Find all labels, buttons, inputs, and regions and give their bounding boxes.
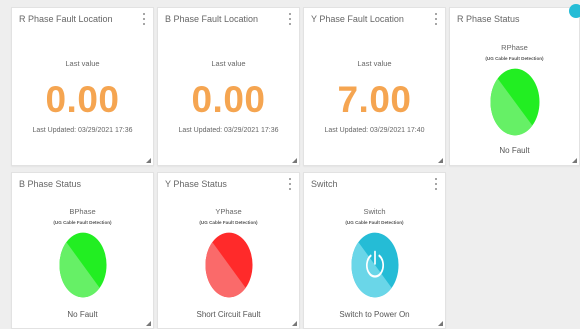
gauge-description: (UG Cable Fault Detection) (53, 220, 112, 225)
card-title: R Phase Status (457, 14, 520, 24)
power-switch-button[interactable] (350, 232, 399, 298)
card-menu-icon[interactable] (287, 13, 293, 25)
last-updated: Last Updated: 03/29/2021 17:36 (178, 127, 279, 134)
gauge-description: (UG Cable Fault Detection) (345, 220, 404, 225)
card-title: Y Phase Fault Location (311, 14, 404, 24)
last-value-label: Last value (211, 59, 246, 68)
last-value-label: Last value (357, 59, 392, 68)
r-phase-fault-location-card: R Phase Fault Location Last value 0.00 L… (11, 7, 154, 166)
b-phase-status-card: B Phase Status BPhase (UG Cable Fault De… (11, 172, 154, 329)
status-text: Short Circuit Fault (196, 310, 261, 319)
resize-handle[interactable] (572, 158, 577, 163)
last-value-label: Last value (65, 59, 100, 68)
gauge-name: BPhase (69, 207, 96, 216)
last-value: 0.00 (191, 79, 266, 120)
card-menu-icon[interactable] (141, 13, 147, 25)
card-menu-icon[interactable] (433, 13, 439, 25)
card-title: Y Phase Status (165, 179, 227, 189)
gauge-description: (UG Cable Fault Detection) (199, 220, 258, 225)
gauge-name: Switch (363, 207, 386, 216)
card-menu-icon[interactable] (287, 178, 293, 190)
resize-handle[interactable] (146, 158, 151, 163)
corner-indicator (569, 4, 580, 18)
status-text: No Fault (499, 146, 530, 155)
status-text: No Fault (67, 310, 98, 319)
card-title: Switch (311, 179, 338, 189)
resize-handle[interactable] (292, 321, 297, 326)
resize-handle[interactable] (292, 158, 297, 163)
status-indicator-circle (204, 232, 253, 298)
status-text: Switch to Power On (339, 310, 410, 319)
card-title: B Phase Status (19, 179, 82, 189)
card-title: R Phase Fault Location (19, 14, 113, 24)
gauge-name: YPhase (215, 207, 242, 216)
card-menu-icon[interactable] (433, 178, 439, 190)
last-updated: Last Updated: 03/29/2021 17:40 (324, 127, 425, 134)
last-updated: Last Updated: 03/29/2021 17:36 (32, 127, 133, 134)
status-indicator-circle (58, 232, 107, 298)
last-value: 7.00 (337, 79, 412, 120)
switch-card: Switch Switch (UG Cable Fault Detection)… (303, 172, 446, 329)
b-phase-fault-location-card: B Phase Fault Location Last value 0.00 L… (157, 7, 300, 166)
card-title: B Phase Fault Location (165, 14, 259, 24)
resize-handle[interactable] (438, 321, 443, 326)
gauge-description: (UG Cable Fault Detection) (485, 56, 544, 61)
resize-handle[interactable] (146, 321, 151, 326)
last-value: 0.00 (45, 79, 120, 120)
r-phase-status-card: R Phase Status RPhase (UG Cable Fault De… (449, 4, 580, 166)
status-indicator-circle (489, 68, 539, 136)
y-phase-status-card: Y Phase Status YPhase (UG Cable Fault De… (157, 172, 300, 329)
gauge-name: RPhase (501, 43, 528, 52)
resize-handle[interactable] (438, 158, 443, 163)
y-phase-fault-location-card: Y Phase Fault Location Last value 7.00 L… (303, 7, 446, 166)
